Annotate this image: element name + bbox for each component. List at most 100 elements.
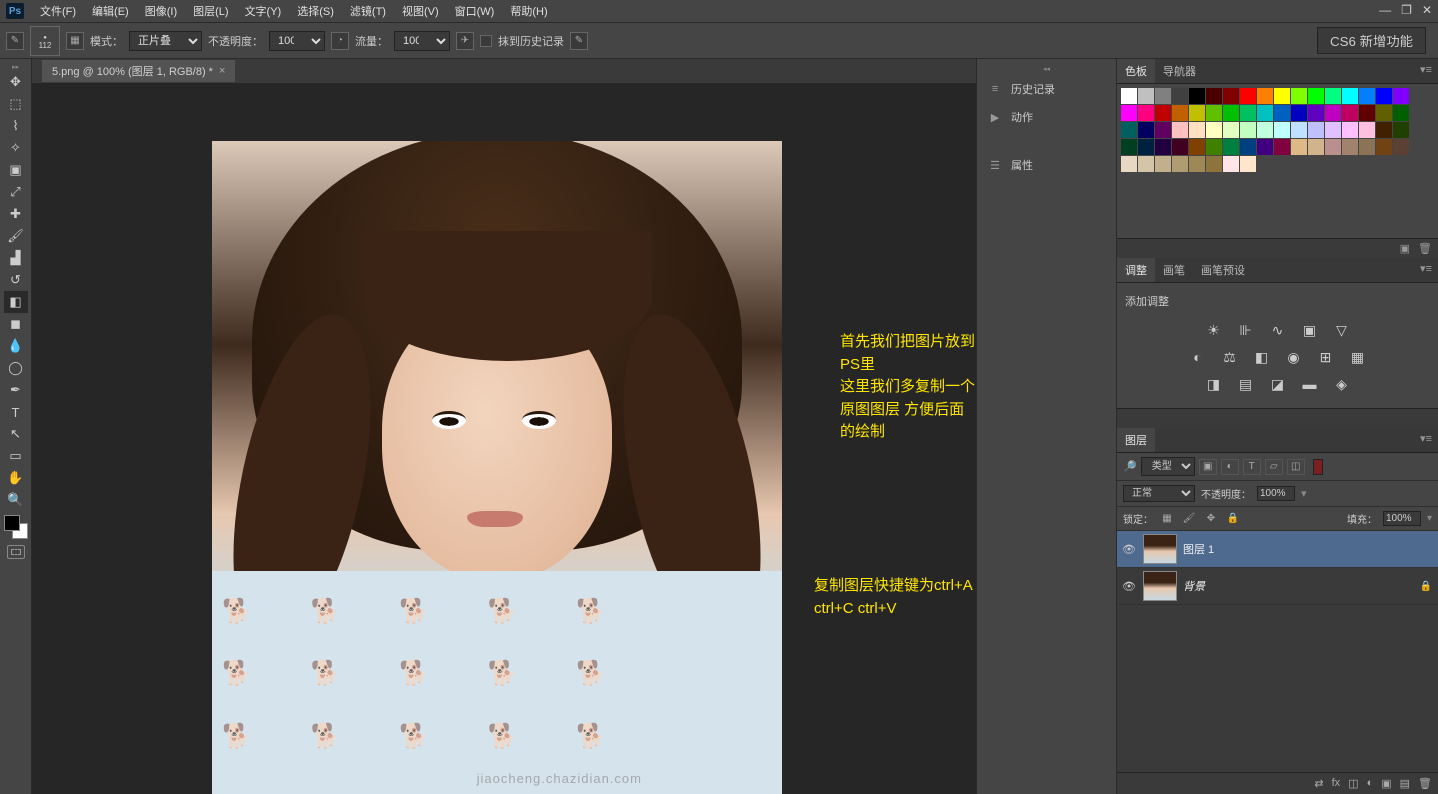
- color-swatch-cell[interactable]: [1206, 156, 1222, 172]
- color-swatch-cell[interactable]: [1274, 139, 1290, 155]
- menu-help[interactable]: 帮助(H): [502, 0, 555, 22]
- layer-opacity-input[interactable]: [1257, 486, 1295, 501]
- color-swatch-cell[interactable]: [1240, 122, 1256, 138]
- menu-window[interactable]: 窗口(W): [447, 0, 503, 22]
- move-tool[interactable]: ✥: [4, 71, 28, 93]
- color-swatch-cell[interactable]: [1291, 105, 1307, 121]
- color-swatch-cell[interactable]: [1206, 122, 1222, 138]
- marquee-tool[interactable]: ⬚: [4, 93, 28, 115]
- color-swatch-cell[interactable]: [1308, 88, 1324, 104]
- path-selection-tool[interactable]: ↖: [4, 423, 28, 445]
- color-swatch-cell[interactable]: [1121, 156, 1137, 172]
- menu-image[interactable]: 图像(I): [137, 0, 185, 22]
- color-swatch-cell[interactable]: [1223, 156, 1239, 172]
- color-swatch-cell[interactable]: [1376, 122, 1392, 138]
- airbrush-icon[interactable]: ✈: [456, 32, 474, 50]
- menu-edit[interactable]: 编辑(E): [84, 0, 137, 22]
- color-swatch-cell[interactable]: [1376, 88, 1392, 104]
- color-swatch-cell[interactable]: [1274, 105, 1290, 121]
- delete-swatch-icon[interactable]: 🗑: [1418, 242, 1432, 255]
- color-swatch-cell[interactable]: [1359, 88, 1375, 104]
- color-swatch-cell[interactable]: [1121, 139, 1137, 155]
- color-swatch-cell[interactable]: [1172, 122, 1188, 138]
- color-swatch-cell[interactable]: [1257, 139, 1273, 155]
- color-swatch-cell[interactable]: [1325, 122, 1341, 138]
- adj-invert-icon[interactable]: ◨: [1205, 376, 1223, 393]
- quick-mask-icon[interactable]: [7, 545, 25, 559]
- color-swatch-cell[interactable]: [1155, 139, 1171, 155]
- zoom-tool[interactable]: 🔍: [4, 489, 28, 511]
- color-swatch-cell[interactable]: [1393, 88, 1409, 104]
- color-swatch-cell[interactable]: [1240, 105, 1256, 121]
- color-swatch-cell[interactable]: [1223, 122, 1239, 138]
- color-swatch-cell[interactable]: [1393, 105, 1409, 121]
- layer-visibility-icon[interactable]: 👁: [1121, 580, 1137, 593]
- filter-type-icon[interactable]: T: [1243, 459, 1261, 475]
- lasso-tool[interactable]: ⌇: [4, 115, 28, 137]
- filter-type-select[interactable]: 类型: [1141, 457, 1195, 476]
- menu-select[interactable]: 选择(S): [289, 0, 342, 22]
- color-swatch-cell[interactable]: [1376, 139, 1392, 155]
- color-swatch-cell[interactable]: [1308, 139, 1324, 155]
- color-swatch-cell[interactable]: [1206, 139, 1222, 155]
- clone-stamp-tool[interactable]: ▟: [4, 247, 28, 269]
- color-swatch-cell[interactable]: [1155, 156, 1171, 172]
- filter-search-icon[interactable]: 🔎: [1123, 460, 1137, 473]
- adj-exposure-icon[interactable]: ▣: [1301, 322, 1319, 339]
- adj-photo-filter-icon[interactable]: ◉: [1285, 349, 1303, 366]
- color-swatch-cell[interactable]: [1291, 122, 1307, 138]
- color-swatch-cell[interactable]: [1138, 88, 1154, 104]
- color-swatch-cell[interactable]: [1172, 139, 1188, 155]
- menu-layer[interactable]: 图层(L): [185, 0, 236, 22]
- layer-visibility-icon[interactable]: 👁: [1121, 543, 1137, 556]
- tab-navigator[interactable]: 导航器: [1155, 59, 1204, 83]
- canvas-viewport[interactable]: 首先我们把图片放到PS里 这里我们多复制一个原图图层 方便后面的绘制 复制图层快…: [32, 83, 976, 794]
- color-swatch-cell[interactable]: [1376, 105, 1392, 121]
- filter-smart-icon[interactable]: ◫: [1287, 459, 1305, 475]
- toolbox-grip[interactable]: ▸▸: [0, 63, 31, 71]
- panel-actions[interactable]: ▶动作: [977, 103, 1116, 131]
- dodge-tool[interactable]: ◯: [4, 357, 28, 379]
- color-swatch-cell[interactable]: [1240, 156, 1256, 172]
- menu-view[interactable]: 视图(V): [394, 0, 447, 22]
- tab-close-icon[interactable]: ×: [219, 65, 225, 77]
- adj-levels-icon[interactable]: ⊪: [1237, 322, 1255, 339]
- color-swatch-cell[interactable]: [1138, 156, 1154, 172]
- color-swatch-cell[interactable]: [1172, 105, 1188, 121]
- color-swatch-cell[interactable]: [1291, 139, 1307, 155]
- color-swatch-cell[interactable]: [1223, 105, 1239, 121]
- swatches-menu-icon[interactable]: ▾≡: [1414, 59, 1438, 83]
- color-swatch-cell[interactable]: [1359, 122, 1375, 138]
- adjustments-menu-icon[interactable]: ▾≡: [1414, 258, 1438, 282]
- color-swatch-cell[interactable]: [1155, 105, 1171, 121]
- fill-dropdown-icon[interactable]: ▾: [1427, 513, 1432, 524]
- lock-transparency-icon[interactable]: ▦: [1159, 512, 1175, 526]
- color-swatch-cell[interactable]: [1308, 122, 1324, 138]
- type-tool[interactable]: T: [4, 401, 28, 423]
- color-swatch-cell[interactable]: [1342, 139, 1358, 155]
- color-swatch-cell[interactable]: [1172, 156, 1188, 172]
- adj-color-lookup-icon[interactable]: ▦: [1349, 349, 1367, 366]
- color-swatch-cell[interactable]: [1274, 88, 1290, 104]
- color-swatch-cell[interactable]: [1308, 105, 1324, 121]
- cs6-features-button[interactable]: CS6 新增功能: [1317, 27, 1426, 54]
- tool-preset-icon[interactable]: ✎: [6, 32, 24, 50]
- color-swatch-cell[interactable]: [1257, 105, 1273, 121]
- color-swatch-cell[interactable]: [1325, 105, 1341, 121]
- adj-threshold-icon[interactable]: ◪: [1269, 376, 1287, 393]
- tab-layers[interactable]: 图层: [1117, 428, 1155, 452]
- color-swatch-cell[interactable]: [1206, 88, 1222, 104]
- blur-tool[interactable]: 💧: [4, 335, 28, 357]
- filter-pixel-icon[interactable]: ▣: [1199, 459, 1217, 475]
- adj-bw-icon[interactable]: ◧: [1253, 349, 1271, 366]
- tab-swatches[interactable]: 色板: [1117, 59, 1155, 83]
- close-button[interactable]: ✕: [1422, 3, 1432, 17]
- adj-posterize-icon[interactable]: ▤: [1237, 376, 1255, 393]
- tab-brush[interactable]: 画笔: [1155, 258, 1193, 282]
- brush-tool[interactable]: 🖌: [4, 225, 28, 247]
- layer-thumbnail[interactable]: [1143, 534, 1177, 564]
- adj-brightness-icon[interactable]: ☀: [1205, 322, 1223, 339]
- eraser-tool[interactable]: ◧: [4, 291, 28, 313]
- adj-selective-color-icon[interactable]: ◈: [1333, 376, 1351, 393]
- color-swatch-cell[interactable]: [1291, 88, 1307, 104]
